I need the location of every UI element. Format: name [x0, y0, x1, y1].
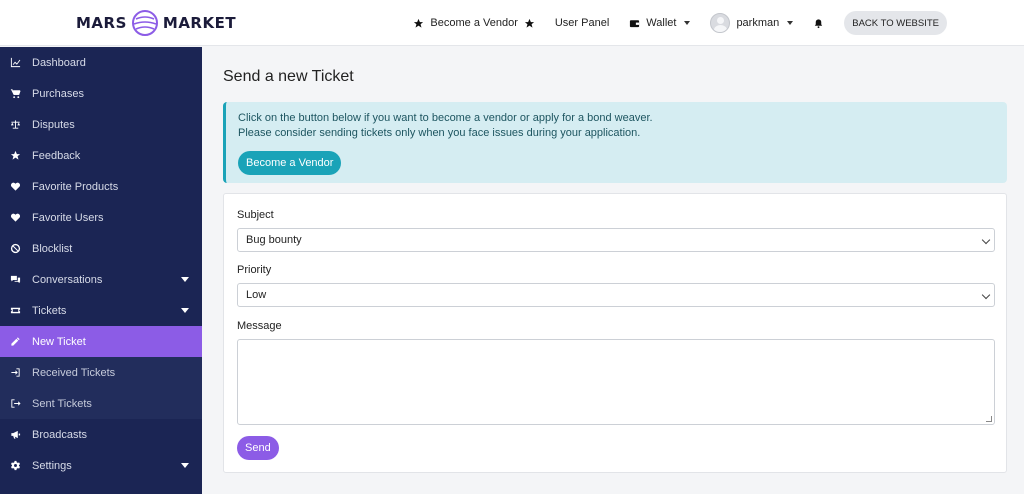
message-textarea[interactable]	[237, 339, 995, 425]
alert-line-2: Please consider sending tickets only whe…	[238, 127, 641, 139]
scale-icon	[9, 119, 21, 131]
sidebar-item-label: Conversations	[32, 273, 103, 286]
sidebar-item-conversations[interactable]: Conversations	[0, 264, 202, 295]
sidebar-item-broadcasts[interactable]: Broadcasts	[0, 419, 202, 450]
user-dropdown[interactable]: parkman	[710, 13, 794, 33]
become-vendor-link[interactable]: Become a Vendor	[413, 17, 534, 29]
wallet-dropdown[interactable]: Wallet	[629, 17, 691, 29]
sidebar-item-tickets[interactable]: Tickets	[0, 295, 202, 326]
become-vendor-button[interactable]: Become a Vendor	[238, 151, 342, 175]
sidebar-item-label: Feedback	[32, 149, 81, 162]
sidebar-item-dashboard[interactable]: Dashboard	[0, 47, 202, 78]
page-title: Send a new Ticket	[223, 68, 354, 85]
chevron-down-icon	[684, 21, 691, 25]
star-icon	[9, 150, 21, 162]
priority-selected-value: Low	[246, 289, 267, 301]
sidebar-item-label: Sent Tickets	[32, 397, 92, 410]
priority-select[interactable]: Low	[237, 283, 995, 307]
sidebar-item-sent-tickets[interactable]: Sent Tickets	[0, 388, 202, 419]
chart-line-icon	[9, 57, 21, 69]
sidebar-item-received-tickets[interactable]: Received Tickets	[0, 357, 202, 388]
sidebar-item-label: Broadcasts	[32, 428, 88, 441]
chevron-down-icon	[981, 235, 991, 245]
chevron-down-icon	[181, 277, 189, 282]
become-vendor-label: Become a Vendor	[430, 17, 518, 29]
planet-logo-icon	[131, 10, 158, 36]
notifications-button[interactable]	[813, 18, 824, 29]
vendor-info-alert: Click on the button below if you want to…	[223, 102, 1007, 183]
comments-icon	[9, 274, 21, 286]
chevron-down-icon	[181, 463, 189, 468]
sidebar-item-label: Blocklist	[32, 242, 73, 255]
sidebar-item-label: Tickets	[32, 304, 67, 317]
sidebar-item-settings[interactable]: Settings	[0, 450, 202, 481]
priority-label: Priority	[237, 264, 272, 276]
sidebar-item-label: Dashboard	[32, 56, 86, 69]
username-label: parkman	[736, 17, 780, 29]
resize-handle-icon[interactable]	[986, 416, 992, 422]
sidebar: Dashboard Purchases Disputes Feedback Fa…	[0, 47, 202, 494]
top-nav-links: Become a Vendor User Panel Wallet parkma…	[413, 0, 1024, 46]
subject-label: Subject	[237, 209, 274, 221]
brand-logo[interactable]: MARS MARKET	[76, 9, 236, 37]
sidebar-item-favorite-products[interactable]: Favorite Products	[0, 171, 202, 202]
sidebar-item-label: New Ticket	[32, 335, 86, 348]
sidebar-item-label: Purchases	[32, 87, 84, 100]
ban-icon	[9, 243, 21, 255]
chevron-down-icon	[787, 21, 794, 25]
user-panel-link[interactable]: User Panel	[555, 17, 609, 29]
subject-selected-value: Bug bounty	[246, 234, 302, 246]
pencil-icon	[9, 336, 21, 348]
ticket-icon	[9, 305, 21, 317]
cart-icon	[9, 88, 21, 100]
chevron-down-icon	[981, 290, 991, 300]
star-icon	[524, 18, 534, 28]
sidebar-item-favorite-users[interactable]: Favorite Users	[0, 202, 202, 233]
brand-name-left: MARS	[76, 14, 127, 32]
heart-icon	[9, 181, 21, 193]
sidebar-item-feedback[interactable]: Feedback	[0, 140, 202, 171]
sidebar-item-label: Favorite Products	[32, 180, 119, 193]
megaphone-icon	[9, 429, 21, 441]
back-to-website-button[interactable]: BACK TO WEBSITE	[844, 11, 947, 35]
chevron-down-icon	[181, 308, 189, 313]
heart-icon	[9, 212, 21, 224]
wallet-label: Wallet	[646, 17, 677, 29]
sidebar-item-blocklist[interactable]: Blocklist	[0, 233, 202, 264]
message-label: Message	[237, 320, 282, 332]
user-panel-label: User Panel	[554, 17, 610, 29]
sidebar-item-new-ticket[interactable]: New Ticket	[0, 326, 202, 357]
sidebar-item-label: Received Tickets	[32, 366, 116, 379]
top-navbar: MARS MARKET Become a Vendor User Panel W…	[0, 0, 1024, 46]
sidebar-item-label: Disputes	[32, 118, 75, 131]
sign-out-icon	[9, 398, 21, 410]
brand-name-right: MARKET	[162, 14, 237, 32]
sidebar-item-label: Favorite Users	[32, 211, 104, 224]
send-button[interactable]: Send	[237, 436, 279, 460]
bell-icon	[815, 18, 823, 28]
ticket-form: Subject Bug bounty Priority Low Message …	[223, 193, 1007, 473]
star-icon	[414, 18, 424, 28]
gear-icon	[9, 460, 21, 472]
sidebar-item-purchases[interactable]: Purchases	[0, 78, 202, 109]
subject-select[interactable]: Bug bounty	[237, 228, 995, 252]
avatar	[710, 13, 731, 33]
sign-in-icon	[9, 367, 21, 379]
sidebar-item-label: Settings	[32, 459, 72, 472]
wallet-icon	[630, 19, 640, 27]
alert-line-1: Click on the button below if you want to…	[238, 112, 653, 124]
sidebar-item-disputes[interactable]: Disputes	[0, 109, 202, 140]
